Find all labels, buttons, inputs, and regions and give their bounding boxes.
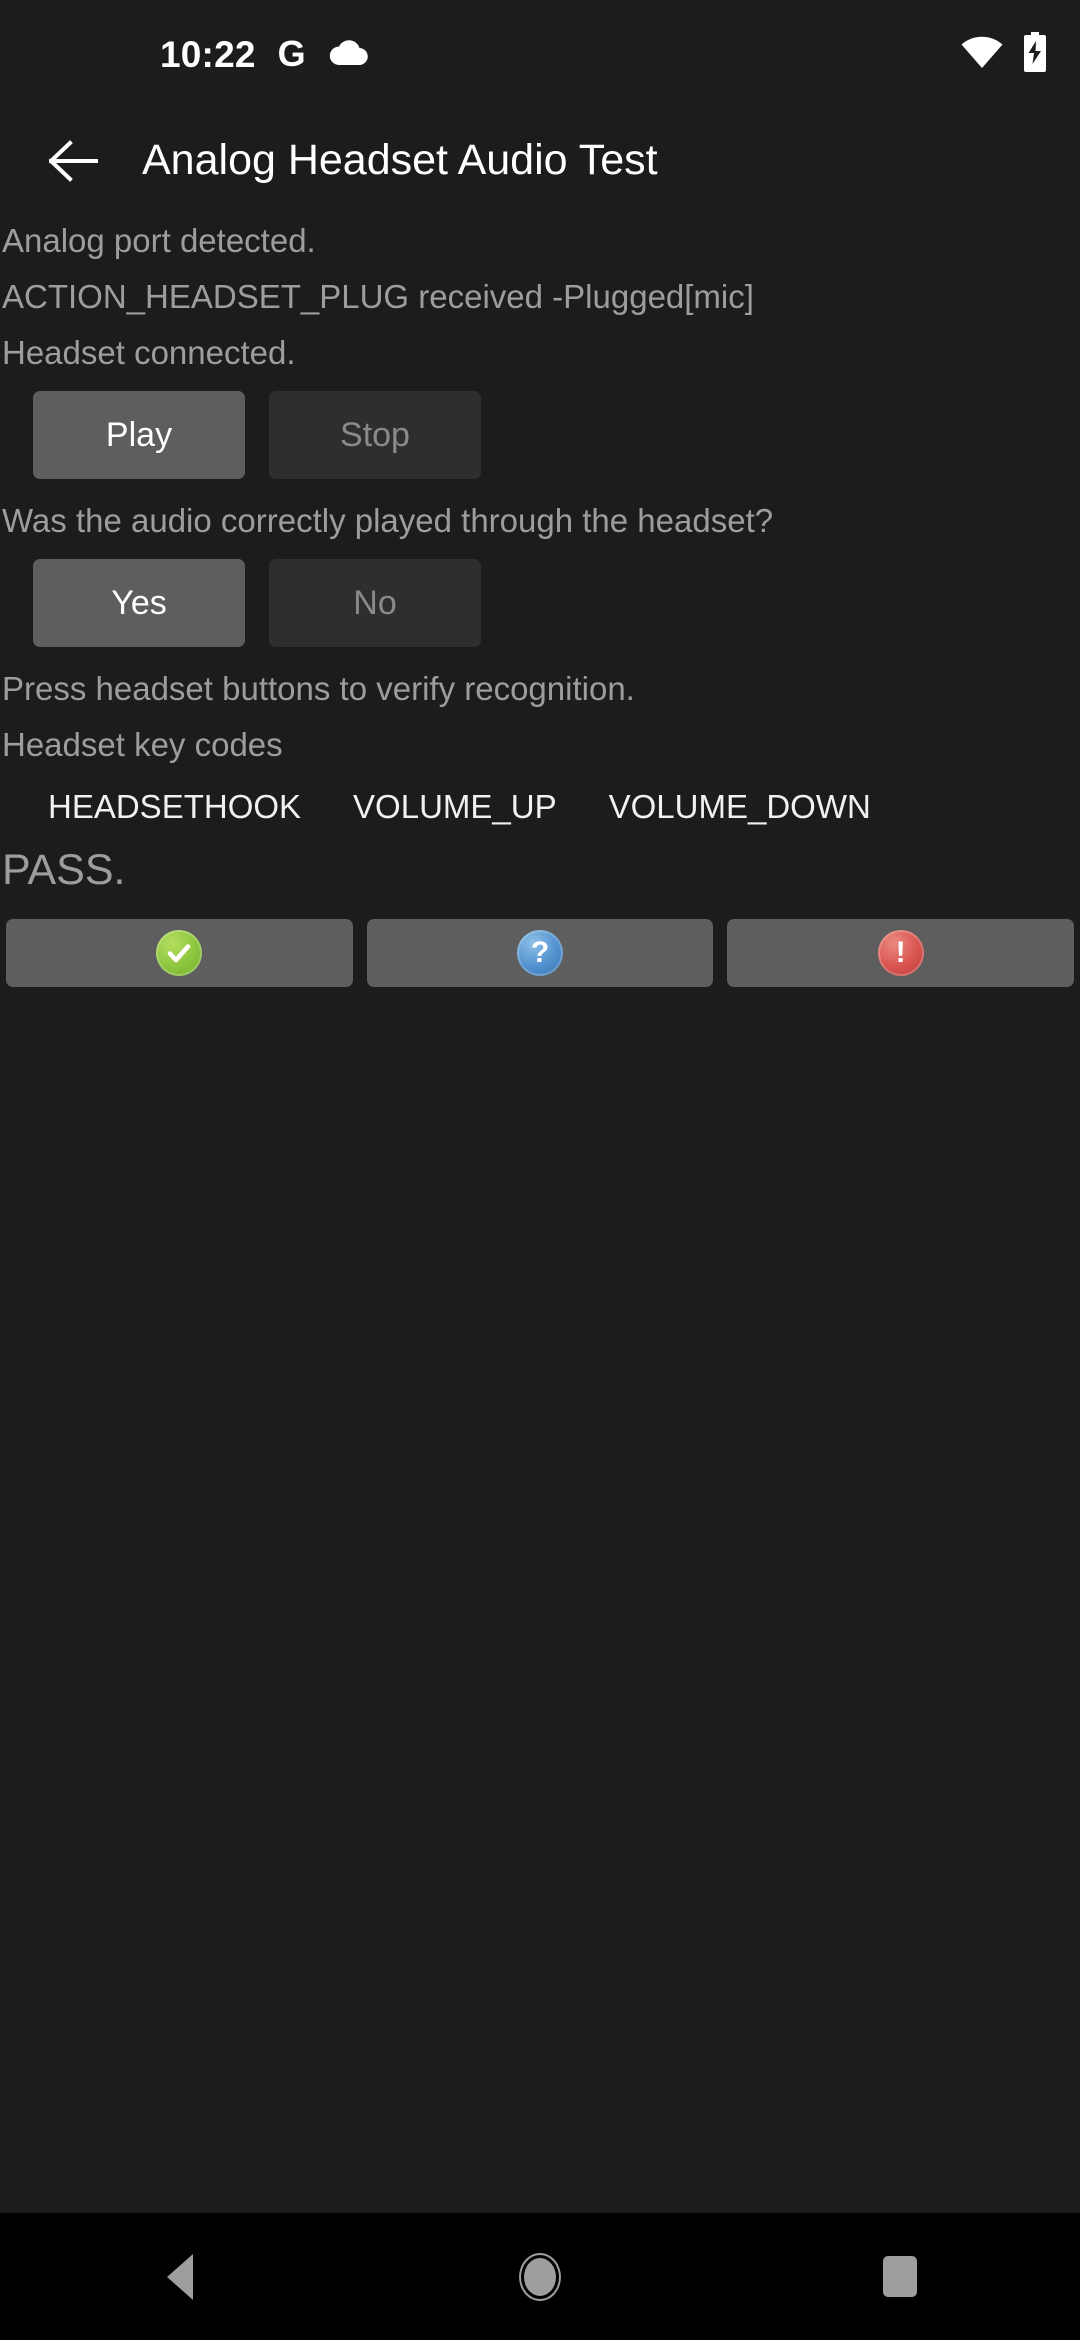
question-icon: ? (517, 930, 563, 976)
battery-charging-icon (1022, 31, 1048, 77)
back-triangle-icon (167, 2253, 193, 2300)
main-content: Analog port detected. ACTION_HEADSET_PLU… (0, 213, 1080, 2213)
navigation-bar (0, 2213, 1080, 2340)
nav-recents-button[interactable] (820, 2213, 980, 2340)
pass-button[interactable] (6, 919, 353, 987)
press-instruction-label: Press headset buttons to verify recognit… (2, 670, 635, 707)
nav-home-button[interactable] (460, 2213, 620, 2340)
wifi-icon (960, 35, 1004, 74)
play-button[interactable]: Play (33, 391, 245, 479)
status-bar: 10:22 G (0, 0, 1080, 108)
recents-square-icon (883, 2256, 917, 2297)
yes-button[interactable]: Yes (33, 559, 245, 647)
status-line-headset-plug: ACTION_HEADSET_PLUG received -Plugged[mi… (2, 278, 754, 315)
home-circle-icon (521, 2254, 559, 2299)
back-arrow-icon[interactable] (28, 115, 120, 207)
check-icon (156, 930, 203, 976)
stop-button: Stop (269, 391, 481, 479)
status-bar-right (960, 0, 1048, 108)
page-title: Analog Headset Audio Test (142, 136, 658, 184)
status-clock: 10:22 (160, 33, 256, 75)
status-bar-left: 10:22 G (160, 0, 368, 108)
audio-question-label: Was the audio correctly played through t… (2, 502, 774, 539)
exclamation-icon: ! (877, 930, 924, 976)
phone-screen: 10:22 G Analog Headset Audio Test Analog… (0, 0, 1080, 2340)
google-g-icon: G (277, 33, 306, 74)
info-button[interactable]: ? (366, 919, 714, 987)
fail-button[interactable]: ! (727, 919, 1075, 987)
keycode-volume-down: VOLUME_DOWN (608, 788, 871, 825)
nav-back-button[interactable] (100, 2213, 260, 2340)
action-button-row: ? ! (0, 919, 1080, 987)
no-button: No (269, 559, 481, 647)
keycode-list: HEADSETHOOK VOLUME_UP VOLUME_DOWN (0, 781, 1080, 833)
answer-button-row: Yes No (0, 559, 1080, 647)
status-line-analog-port: Analog port detected. (2, 222, 316, 259)
cloud-icon (328, 38, 368, 71)
verdict-label: PASS. (2, 846, 126, 894)
app-bar: Analog Headset Audio Test (0, 108, 1080, 213)
playback-button-row: Play Stop (0, 391, 1080, 479)
keycodes-heading: Headset key codes (2, 726, 283, 763)
status-line-headset-connected: Headset connected. (2, 334, 296, 371)
keycode-volume-up: VOLUME_UP (353, 788, 557, 825)
keycode-headsethook: HEADSETHOOK (48, 788, 302, 825)
